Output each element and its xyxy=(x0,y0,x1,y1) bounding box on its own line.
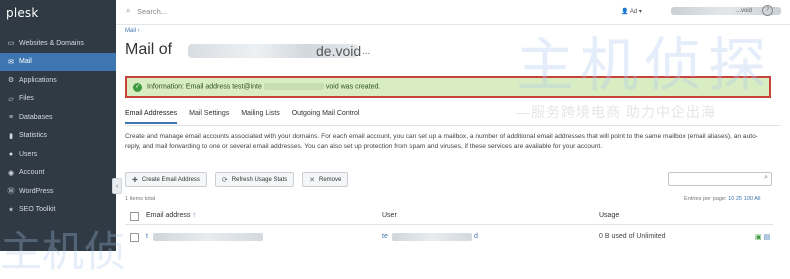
user-link[interactable]: te xyxy=(382,233,388,240)
wordpress-icon: Ⓦ xyxy=(7,188,15,196)
user-name: Ad xyxy=(629,9,638,15)
sidebar-item-label: Databases xyxy=(19,113,53,121)
domain-selector-label: ...void xyxy=(736,8,753,14)
sort-arrow-icon: ↑ xyxy=(192,212,196,219)
user-icon: 👤 xyxy=(621,9,629,15)
items-total: 1 items total xyxy=(125,196,156,202)
sidebar-item-label: Applications xyxy=(19,76,57,84)
tab-mail-settings[interactable]: Mail Settings xyxy=(189,110,229,124)
user-icon: ● xyxy=(8,150,14,158)
redacted-email-blur xyxy=(153,233,263,241)
watermark-bottom: 主机侦 xyxy=(0,228,127,275)
mail-icon: ✉ xyxy=(8,58,14,66)
column-email-address[interactable]: Email address ↑ xyxy=(146,212,196,219)
sidebar: plesk ▭ Websites & Domains ✉ Mail ⚙ Appl… xyxy=(0,0,116,251)
select-all-checkbox[interactable] xyxy=(130,212,139,221)
refresh-icon: ⟳ xyxy=(221,176,228,184)
redacted-blur xyxy=(263,83,324,91)
sidebar-item-websites-domains[interactable]: ▭ Websites & Domains xyxy=(0,34,116,53)
sidebar-item-account[interactable]: ◉ Account xyxy=(0,164,116,183)
mailbox-status-icons[interactable]: ▣ ▤ xyxy=(755,233,770,241)
entries-per-page-label: Entries per page: xyxy=(684,196,727,202)
tab-divider xyxy=(125,125,780,126)
entries-per-page: Entries per page: 10 25 100 All xyxy=(684,196,761,202)
mailbox-icon: ▣ xyxy=(755,234,762,241)
redacted-user-blur xyxy=(392,233,472,241)
search-input[interactable]: Search... xyxy=(137,7,167,16)
sidebar-item-label: Websites & Domains xyxy=(19,39,84,47)
column-usage: Usage xyxy=(599,212,620,219)
info-text-start: Email address test@inte xyxy=(185,83,262,91)
remove-button[interactable]: ✕ Remove xyxy=(302,172,349,187)
info-text-end: void was created. xyxy=(325,83,381,91)
tab-bar: Email Addresses Mail Settings Mailing Li… xyxy=(125,110,371,124)
help-icon[interactable]: ? xyxy=(762,5,773,16)
row-checkbox[interactable] xyxy=(130,233,139,242)
column-user: User xyxy=(382,212,397,219)
plesk-logo[interactable]: plesk xyxy=(6,6,39,20)
sidebar-item-label: Mail xyxy=(19,58,32,66)
more-actions-button[interactable]: ... xyxy=(362,46,370,57)
sidebar-item-seo-toolkit[interactable]: ✶ SEO Toolkit xyxy=(0,201,116,220)
seo-icon: ✶ xyxy=(8,206,14,214)
create-email-address-button[interactable]: ✚ Create Email Address xyxy=(125,172,207,187)
folder-icon: ▱ xyxy=(8,95,14,103)
table-row: t te d 0 B used of Unlimited ▣ ▤ xyxy=(125,228,773,246)
refresh-usage-stats-label: Refresh Usage Stats xyxy=(231,176,288,183)
sidebar-item-mail[interactable]: ✉ Mail xyxy=(0,52,116,71)
email-address-link[interactable]: t xyxy=(146,233,148,240)
account-icon: ◉ xyxy=(7,169,15,177)
check-icon: ✓ xyxy=(133,82,142,92)
watermark-small: —服务跨境电商 助力中企出海 xyxy=(516,104,716,120)
breadcrumb[interactable]: Mail › xyxy=(125,28,140,34)
main-content: Mail › Mail of de.void ... ✓ Information… xyxy=(116,24,790,251)
page-title: Mail of xyxy=(125,41,173,58)
sidebar-nav: ▭ Websites & Domains ✉ Mail ⚙ Applicatio… xyxy=(0,34,116,219)
monitor-icon: ▭ xyxy=(7,40,15,48)
column-email-label: Email address xyxy=(146,212,191,219)
create-email-address-label: Create Email Address xyxy=(141,176,200,183)
info-prefix: Information: xyxy=(147,83,184,91)
entries-per-page-options[interactable]: 10 25 100 All xyxy=(728,196,760,202)
sidebar-item-statistics[interactable]: ▮ Statistics xyxy=(0,127,116,146)
settings-icon: ▤ xyxy=(763,234,771,241)
sidebar-item-applications[interactable]: ⚙ Applications xyxy=(0,71,116,90)
table-header: Email address ↑ User Usage xyxy=(125,208,773,225)
refresh-usage-stats-button[interactable]: ⟳ Refresh Usage Stats xyxy=(214,172,295,187)
sidebar-item-label: WordPress xyxy=(19,187,54,195)
description-text: Create and manage email accounts associa… xyxy=(125,133,758,150)
chevron-down-icon: ▾ xyxy=(638,9,642,15)
sidebar-item-label: Files xyxy=(19,95,34,103)
sidebar-item-label: SEO Toolkit xyxy=(19,206,56,214)
tab-outgoing-mail-control[interactable]: Outgoing Mail Control xyxy=(292,110,360,124)
search-icon: ⌕ xyxy=(764,174,768,181)
sidebar-item-users[interactable]: ● Users xyxy=(0,145,116,164)
search-icon: ⌕ xyxy=(126,6,131,15)
sidebar-item-wordpress[interactable]: Ⓦ WordPress xyxy=(0,182,116,201)
info-message-text: Information: Email address test@inte void… xyxy=(147,83,381,91)
page-title-domain: de.void xyxy=(316,43,362,59)
watermark-large: 主机侦探 xyxy=(516,31,773,99)
user-menu[interactable]: 👤 Ad ▾ xyxy=(621,8,642,15)
remove-label: Remove xyxy=(319,176,342,183)
sidebar-item-label: Account xyxy=(19,169,45,177)
database-icon: ≡ xyxy=(8,113,14,121)
sidebar-item-label: Users xyxy=(19,150,38,158)
list-search-input[interactable]: ⌕ xyxy=(668,172,772,186)
user-link-end[interactable]: d xyxy=(474,233,478,240)
sidebar-item-files[interactable]: ▱ Files xyxy=(0,90,116,109)
tab-mailing-lists[interactable]: Mailing Lists xyxy=(241,110,280,124)
toolbar: ✚ Create Email Address ⟳ Refresh Usage S… xyxy=(125,172,356,187)
usage-value: 0 B used of Unlimited xyxy=(599,233,666,240)
gear-icon: ⚙ xyxy=(7,77,15,85)
sidebar-item-label: Statistics xyxy=(19,132,48,140)
plus-icon: ✚ xyxy=(132,176,138,184)
close-icon: ✕ xyxy=(309,176,316,184)
bar-chart-icon: ▮ xyxy=(9,132,13,140)
sidebar-item-databases[interactable]: ≡ Databases xyxy=(0,108,116,127)
tab-email-addresses[interactable]: Email Addresses xyxy=(125,110,178,124)
breadcrumb-mail[interactable]: Mail xyxy=(125,28,136,34)
